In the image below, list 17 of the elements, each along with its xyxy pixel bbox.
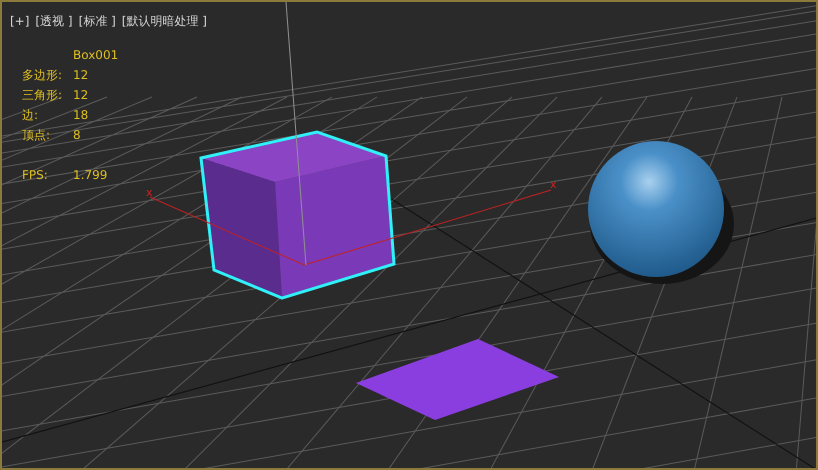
- viewport-menu-label[interactable]: [+]: [10, 13, 30, 29]
- stat-label: FPS:: [22, 167, 49, 183]
- axis-label: x: [146, 186, 153, 199]
- stat-label: 多边形:: [22, 67, 64, 83]
- stat-value: 8: [73, 127, 82, 143]
- object-name: Box001: [73, 47, 118, 63]
- stat-value: 12: [73, 67, 90, 83]
- stat-value: 1.799: [73, 167, 108, 183]
- viewport-menu-label[interactable]: [透视 ]: [35, 13, 73, 29]
- axis-label: x: [550, 178, 557, 191]
- stat-value: 18: [73, 107, 90, 123]
- stat-label: 三角形:: [22, 87, 64, 103]
- stat-label: 顶点:: [22, 127, 52, 143]
- stat-value: 12: [73, 87, 90, 103]
- viewport-menu-label[interactable]: [默认明暗处理 ]: [122, 13, 207, 29]
- stat-label: 边:: [22, 107, 40, 123]
- viewport-menu-label[interactable]: [标准 ]: [78, 13, 116, 29]
